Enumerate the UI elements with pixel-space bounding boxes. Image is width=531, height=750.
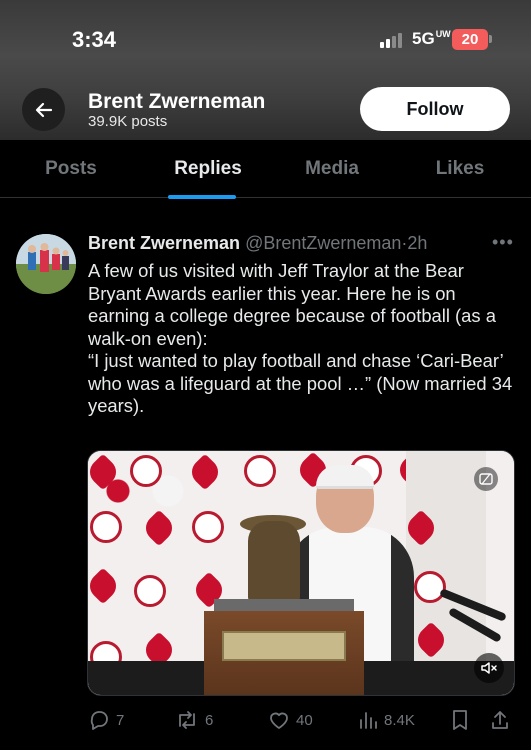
tweet-video[interactable] xyxy=(87,450,515,696)
backdrop-seal-logo xyxy=(134,575,166,607)
tweet-author-line: Brent Zwerneman @BrentZwerneman·2h xyxy=(88,233,518,254)
status-bar: 3:34 5GUW 20 xyxy=(0,0,531,80)
status-time: 3:34 xyxy=(72,27,117,52)
tab-likes[interactable]: Likes xyxy=(436,158,485,180)
backdrop-seal-logo xyxy=(414,571,446,603)
backdrop-seal-logo xyxy=(90,511,122,543)
speaker-muted-icon xyxy=(481,662,497,674)
mute-button[interactable] xyxy=(474,653,504,683)
bookmark-icon xyxy=(453,710,467,730)
like-button[interactable]: 40 xyxy=(268,705,313,735)
cellular-signal-icon xyxy=(380,32,406,48)
battery-tip xyxy=(489,35,492,43)
active-tab-indicator xyxy=(168,195,236,199)
repost-count: 6 xyxy=(205,711,214,729)
tweet-text: A few of us visited with Jeff Traylor at… xyxy=(88,260,513,416)
repost-button[interactable]: 6 xyxy=(175,705,213,735)
follow-button[interactable]: Follow xyxy=(360,87,510,131)
more-options-icon[interactable]: ••• xyxy=(492,232,514,253)
author-avatar[interactable] xyxy=(16,234,76,294)
reply-count: 7 xyxy=(116,711,125,729)
views-button[interactable]: 8.4K xyxy=(358,705,415,735)
tab-replies[interactable]: Replies xyxy=(174,158,242,180)
heart-icon xyxy=(270,712,288,729)
reply-icon xyxy=(90,711,108,730)
battery-indicator: 20 xyxy=(452,29,488,50)
arrow-left-icon xyxy=(35,102,52,117)
profile-header: 3:34 5GUW 20 Brent Zwerneman 39.9K posts… xyxy=(0,0,531,140)
post-count: 39.9K posts xyxy=(88,113,168,130)
backdrop-seal-logo xyxy=(192,511,224,543)
share-icon xyxy=(492,711,508,729)
back-button[interactable] xyxy=(22,88,65,131)
author-handle[interactable]: @BrentZwerneman xyxy=(245,233,401,253)
view-count: 8.4K xyxy=(384,711,415,729)
backdrop-seal-logo xyxy=(244,455,276,487)
tab-media[interactable]: Media xyxy=(305,158,359,180)
views-chart-icon xyxy=(360,712,377,729)
tweet-age[interactable]: 2h xyxy=(407,233,427,253)
backdrop-pillar xyxy=(406,451,486,695)
backdrop-seal-logo xyxy=(130,455,162,487)
tab-posts[interactable]: Posts xyxy=(45,158,97,180)
trophy-bust xyxy=(248,521,300,603)
tweet-actions: 7 6 40 8.4K xyxy=(0,705,531,735)
trophy-plate xyxy=(222,631,346,661)
network-indicator: 5GUW xyxy=(412,29,451,48)
profile-tabs: Posts Replies Media Likes xyxy=(0,140,531,198)
author-name[interactable]: Brent Zwerneman xyxy=(88,233,240,253)
avatar-photo xyxy=(16,234,76,294)
bookmark-button[interactable] xyxy=(450,705,470,735)
speaker-cap xyxy=(316,465,374,489)
share-button[interactable] xyxy=(490,705,510,735)
captions-icon[interactable] xyxy=(474,467,498,491)
profile-name: Brent Zwerneman xyxy=(88,90,266,113)
captions-glyph xyxy=(479,473,493,485)
reply-button[interactable]: 7 xyxy=(88,705,124,735)
repost-icon xyxy=(179,711,195,729)
like-count: 40 xyxy=(296,711,313,729)
